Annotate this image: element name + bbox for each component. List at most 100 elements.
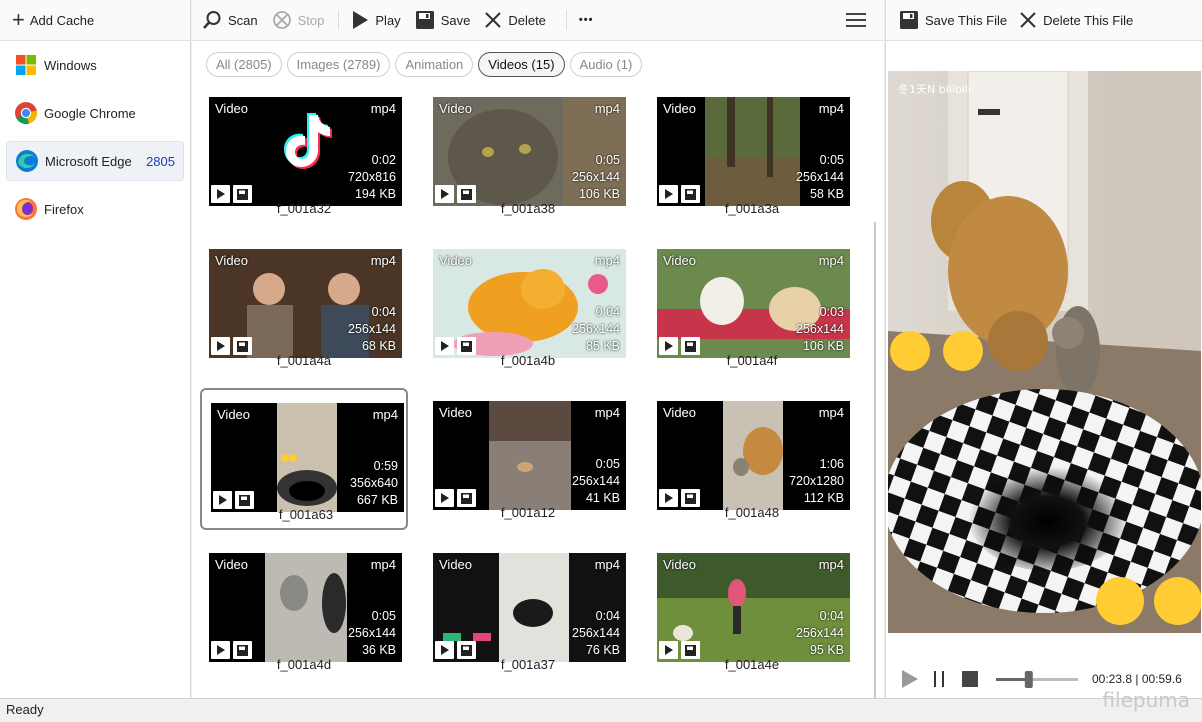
media-duration: 0:59 xyxy=(373,459,398,473)
save-icon xyxy=(415,11,434,29)
media-type-label: Video xyxy=(663,101,697,116)
media-card[interactable]: Video mp4 1:06 720x1280 112 KB f_001a48 xyxy=(648,388,856,530)
stop-button[interactable]: Stop xyxy=(272,10,325,30)
filter-all[interactable]: All (2805) xyxy=(206,51,282,77)
media-resolution: 356x640 xyxy=(350,476,398,490)
video-thumbnail[interactable]: Video mp4 1:06 720x1280 112 KB xyxy=(657,401,850,510)
media-type-label: Video xyxy=(215,101,249,116)
media-panel: Scan Stop Play Save Delete ••• All (2805… xyxy=(192,0,884,698)
add-cache-label: Add Cache xyxy=(29,12,95,28)
delete-label: Delete xyxy=(508,12,546,28)
filter-videos[interactable]: Videos (15) xyxy=(478,51,565,77)
media-ext-label: mp4 xyxy=(818,557,844,572)
grid-scrollbar[interactable] xyxy=(874,222,876,698)
video-thumbnail[interactable]: Video mp4 0:04 256x144 68 KB xyxy=(209,249,402,358)
media-resolution: 256x144 xyxy=(572,322,620,336)
chrome-icon xyxy=(14,101,38,125)
media-ext-label: mp4 xyxy=(818,253,844,268)
media-duration: 0:05 xyxy=(819,153,844,167)
play-icon[interactable] xyxy=(900,668,920,690)
media-card[interactable]: Video mp4 0:04 256x144 95 KB f_001a4e xyxy=(648,540,856,682)
media-ext-label: mp4 xyxy=(370,253,396,268)
status-bar: Ready xyxy=(0,698,1202,722)
save-this-file-button[interactable]: Save This File xyxy=(899,10,1007,30)
browser-name: Microsoft Edge xyxy=(45,153,132,169)
edge-icon xyxy=(15,149,39,173)
video-preview[interactable]: 冬1天N bilibili xyxy=(888,71,1201,633)
filter-bar: All (2805) Images (2789) Animation Video… xyxy=(192,41,884,87)
media-resolution: 720x1280 xyxy=(789,474,844,488)
browser-item-edge[interactable]: Microsoft Edge 2805 xyxy=(6,141,184,181)
media-duration: 0:05 xyxy=(371,609,396,623)
media-card[interactable]: Video mp4 0:04 256x144 76 KB f_001a37 xyxy=(424,540,632,682)
hamburger-menu-icon[interactable] xyxy=(846,11,866,32)
media-duration: 1:06 xyxy=(819,457,844,471)
media-card[interactable]: Video mp4 0:05 256x144 58 KB f_001a3a xyxy=(648,88,856,226)
media-resolution: 256x144 xyxy=(572,474,620,488)
scan-button[interactable]: Scan xyxy=(202,10,258,30)
video-thumbnail[interactable]: Video mp4 0:05 256x144 36 KB xyxy=(209,553,402,662)
media-duration: 0:04 xyxy=(371,305,396,319)
browser-item-windows[interactable]: Windows xyxy=(6,45,184,85)
media-meta: 1:06 720x1280 112 KB xyxy=(789,456,844,507)
filter-animation[interactable]: Animation xyxy=(395,51,474,77)
video-thumbnail[interactable]: Video mp4 0:04 256x144 85 KB xyxy=(433,249,626,358)
source-sidebar: + Add Cache Windows Google Chrome Micros… xyxy=(0,0,191,698)
video-thumbnail[interactable]: Video mp4 0:02 720x816 194 KB xyxy=(209,97,402,206)
media-ext-label: mp4 xyxy=(370,101,396,116)
video-thumbnail[interactable]: Video mp4 0:05 256x144 106 KB xyxy=(433,97,626,206)
video-thumbnail[interactable]: Video mp4 0:03 256x144 106 KB xyxy=(657,249,850,358)
media-card[interactable]: Video mp4 0:04 256x144 68 KB f_001a4a xyxy=(200,236,408,378)
more-button[interactable]: ••• xyxy=(579,14,594,26)
media-file-name: f_001a4b xyxy=(500,353,556,368)
seek-slider[interactable] xyxy=(994,668,1080,690)
save-button[interactable]: Save xyxy=(415,10,470,30)
media-ext-label: mp4 xyxy=(370,557,396,572)
media-file-name: f_001a4a xyxy=(276,353,332,368)
close-icon xyxy=(485,12,502,28)
media-ext-label: mp4 xyxy=(594,253,620,268)
media-file-name: f_001a37 xyxy=(500,657,556,672)
media-card[interactable]: Video mp4 0:03 256x144 106 KB f_001a4f xyxy=(648,236,856,378)
filter-audio[interactable]: Audio (1) xyxy=(569,51,643,77)
browser-count: 2805 xyxy=(146,153,175,169)
media-meta: 0:02 720x816 194 KB xyxy=(348,152,396,203)
media-ext-label: mp4 xyxy=(594,405,620,420)
media-meta: 0:04 256x144 76 KB xyxy=(572,608,620,659)
video-thumbnail[interactable]: Video mp4 0:05 256x144 58 KB xyxy=(657,97,850,206)
media-ext-label: mp4 xyxy=(594,557,620,572)
media-resolution: 720x816 xyxy=(348,170,396,184)
media-card[interactable]: Video mp4 0:02 720x816 194 KB f_001a32 xyxy=(200,88,408,226)
delete-this-file-label: Delete This File xyxy=(1043,12,1134,28)
media-card[interactable]: Video mp4 0:59 356x640 667 KB f_001a63 xyxy=(200,388,408,530)
video-thumbnail[interactable]: Video mp4 0:04 256x144 76 KB xyxy=(433,553,626,662)
delete-this-file-button[interactable]: Delete This File xyxy=(1019,11,1133,29)
media-type-label: Video xyxy=(439,101,473,116)
pause-icon[interactable] xyxy=(930,668,950,690)
video-thumbnail[interactable]: Video mp4 0:04 256x144 95 KB xyxy=(657,553,850,662)
browser-item-firefox[interactable]: Firefox xyxy=(6,189,184,229)
media-resolution: 256x144 xyxy=(796,626,844,640)
media-card[interactable]: Video mp4 0:05 256x144 36 KB f_001a4d xyxy=(200,540,408,682)
preview-toolbar: Save This File Delete This File xyxy=(886,0,1202,41)
delete-button[interactable]: Delete xyxy=(484,11,546,29)
browser-name: Google Chrome xyxy=(44,105,136,121)
video-thumbnail[interactable]: Video mp4 0:59 356x640 667 KB xyxy=(211,403,404,512)
stop-icon[interactable] xyxy=(960,668,980,690)
preview-panel: Save This File Delete This File 冬1天N bil… xyxy=(885,0,1202,698)
media-file-name: f_001a12 xyxy=(500,505,556,520)
media-type-label: Video xyxy=(217,407,251,422)
add-cache-button[interactable]: + Add Cache xyxy=(0,0,190,41)
media-file-name: f_001a63 xyxy=(278,507,334,522)
media-meta: 0:05 256x144 58 KB xyxy=(796,152,844,203)
browser-item-chrome[interactable]: Google Chrome xyxy=(6,93,184,133)
video-thumbnail[interactable]: Video mp4 0:05 256x144 41 KB xyxy=(433,401,626,510)
media-card[interactable]: Video mp4 0:04 256x144 85 KB f_001a4b xyxy=(424,236,632,378)
media-card[interactable]: Video mp4 0:05 256x144 41 KB f_001a12 xyxy=(424,388,632,530)
stop-icon xyxy=(272,11,291,29)
filter-images[interactable]: Images (2789) xyxy=(286,51,391,77)
play-button[interactable]: Play xyxy=(351,10,401,30)
media-duration: 0:04 xyxy=(819,609,844,623)
stop-label: Stop xyxy=(297,12,325,28)
media-card[interactable]: Video mp4 0:05 256x144 106 KB f_001a38 xyxy=(424,88,632,226)
